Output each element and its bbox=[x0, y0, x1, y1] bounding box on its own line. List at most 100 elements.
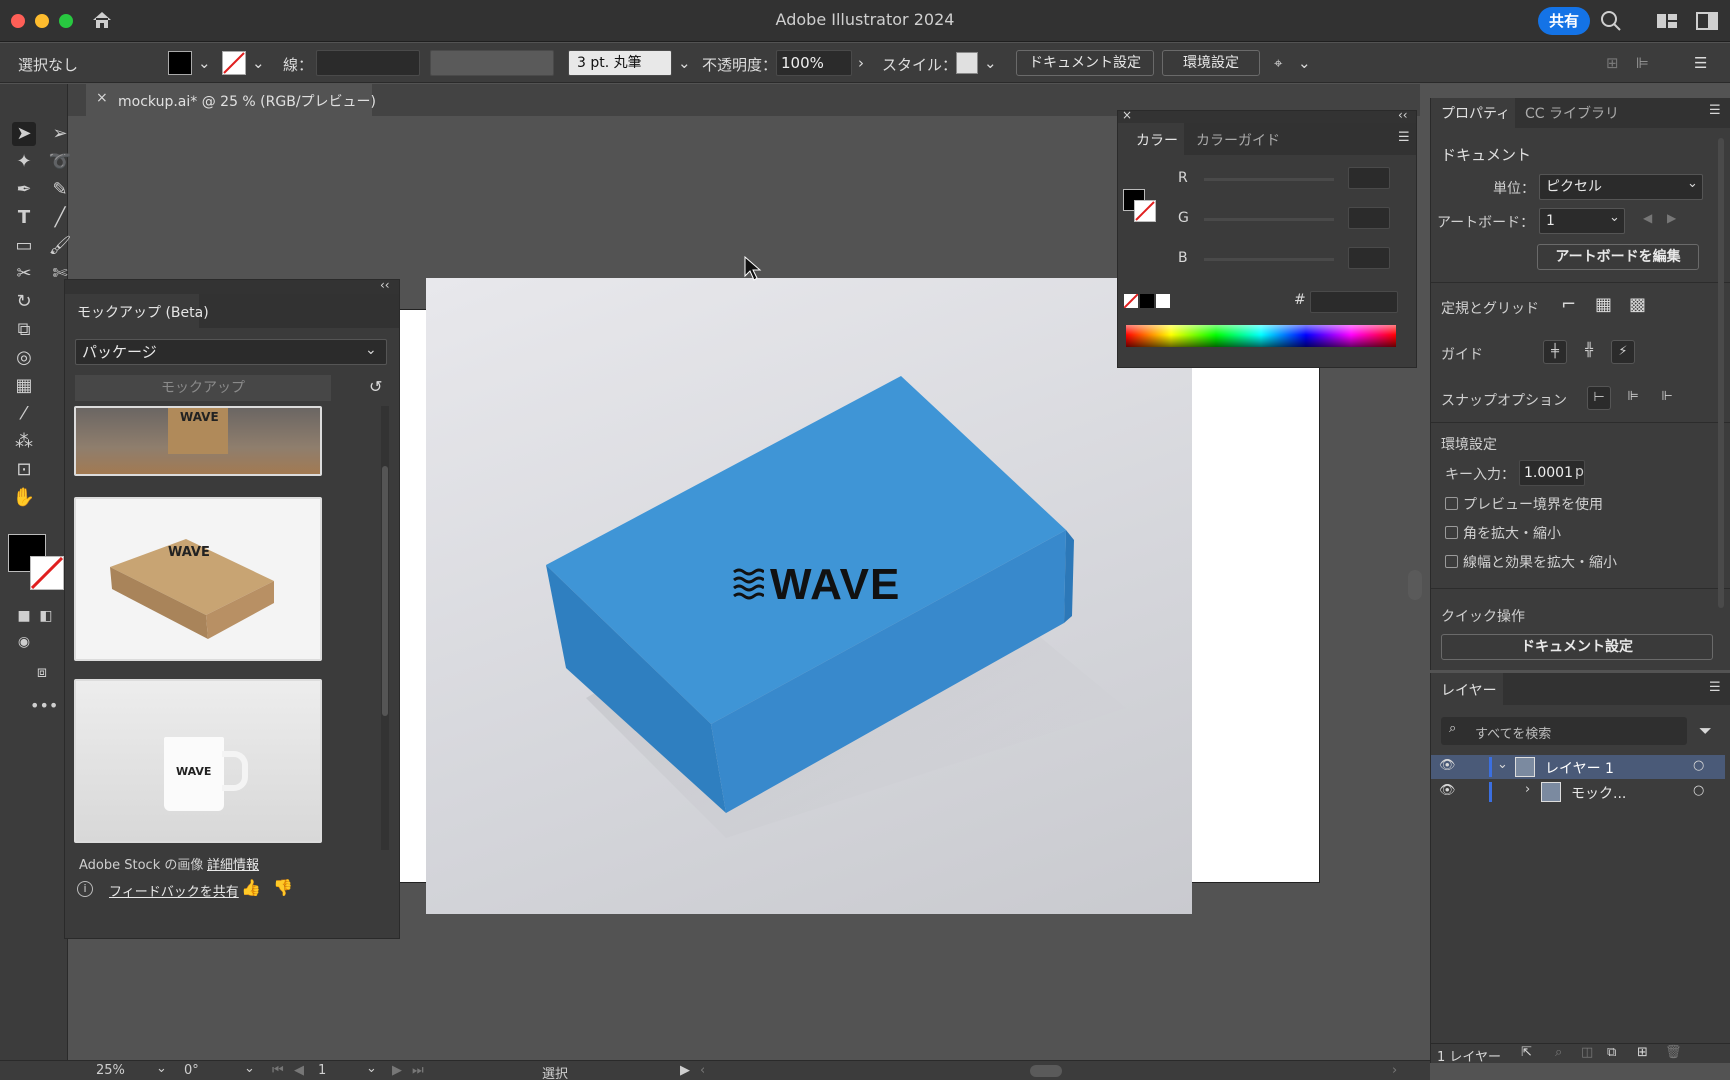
document-setup-button[interactable]: ドキュメント設定 bbox=[1016, 50, 1154, 76]
none-swatch[interactable] bbox=[1123, 293, 1139, 309]
scroll-right-icon[interactable]: › bbox=[1392, 1063, 1397, 1078]
b-slider[interactable] bbox=[1204, 258, 1334, 261]
fill-swatch[interactable] bbox=[168, 51, 192, 75]
panel-menu-icon[interactable]: ☰ bbox=[1398, 130, 1410, 145]
cc-libraries-tab[interactable]: CC ライブラリ bbox=[1525, 103, 1619, 123]
rectangle-tool-icon[interactable]: ▭ bbox=[12, 234, 36, 258]
shape-builder-tool-icon[interactable]: ◎ bbox=[12, 346, 36, 370]
gradient-mode-icon[interactable]: ◧ bbox=[34, 604, 58, 628]
chevron-right-icon[interactable]: › bbox=[1525, 782, 1530, 797]
draw-mode-icon[interactable]: ◉ bbox=[12, 630, 36, 654]
screen-mode-icon[interactable]: ⧈ bbox=[30, 660, 54, 684]
locate-object-icon[interactable]: ⌕ bbox=[1555, 1045, 1562, 1060]
previous-artboard-icon[interactable]: ◀ bbox=[294, 1063, 304, 1078]
stroke-color-icon[interactable] bbox=[1134, 200, 1156, 222]
pen-tool-icon[interactable]: ✒ bbox=[12, 178, 36, 202]
smart-guides-icon[interactable]: ⚡ bbox=[1611, 340, 1635, 364]
color-mode-icon[interactable]: ■ bbox=[12, 604, 36, 628]
filter-icon[interactable]: ⏷ bbox=[1699, 721, 1712, 741]
status-menu-icon[interactable]: ▶ bbox=[680, 1063, 690, 1078]
shaper-tool-icon[interactable]: ✂ bbox=[12, 262, 36, 286]
variable-width-field[interactable] bbox=[430, 50, 554, 76]
show-guides-icon[interactable]: ╪ bbox=[1543, 340, 1567, 364]
panel-drag-bar[interactable] bbox=[1118, 111, 1416, 123]
mockup-image[interactable]: WAVE bbox=[426, 278, 1192, 914]
style-swatch[interactable] bbox=[956, 52, 978, 74]
panel-menu-icon[interactable]: ☰ bbox=[1709, 680, 1721, 695]
share-button[interactable]: 共有 bbox=[1538, 7, 1590, 35]
vertical-scrollbar-thumb[interactable] bbox=[1408, 570, 1422, 600]
export-icon[interactable]: ⇱ bbox=[1521, 1045, 1532, 1060]
mockup-thumbnail-mug[interactable]: WAVE bbox=[74, 679, 322, 843]
chevron-down-icon[interactable]: ⌄ bbox=[366, 1061, 377, 1076]
grid-icon[interactable]: ▦ bbox=[1595, 294, 1612, 315]
last-artboard-icon[interactable]: ⏭ bbox=[412, 1063, 424, 1078]
quick-document-setup-button[interactable]: ドキュメント設定 bbox=[1441, 634, 1713, 660]
hex-value-field[interactable] bbox=[1310, 291, 1398, 313]
info-icon[interactable]: i bbox=[77, 881, 93, 897]
trash-icon[interactable]: 🗑 bbox=[1665, 1045, 1682, 1060]
chevron-down-icon[interactable]: ⌄ bbox=[984, 54, 997, 72]
rulers-icon[interactable]: ⌐ bbox=[1561, 294, 1576, 315]
mockup-button[interactable]: モックアップ bbox=[75, 375, 331, 401]
stroke-color-icon[interactable] bbox=[30, 556, 64, 590]
preview-bounds-checkbox[interactable] bbox=[1445, 497, 1458, 510]
symbol-sprayer-tool-icon[interactable]: ⁂ bbox=[12, 430, 36, 454]
black-swatch[interactable] bbox=[1140, 294, 1154, 308]
horizontal-scrollbar-thumb[interactable] bbox=[1030, 1065, 1062, 1077]
artboard-number[interactable]: 1 bbox=[318, 1063, 326, 1078]
arrange-icon[interactable] bbox=[1696, 12, 1718, 30]
units-dropdown[interactable]: ピクセル bbox=[1539, 174, 1703, 200]
mockup-category-dropdown[interactable]: パッケージ bbox=[75, 339, 387, 365]
new-layer-icon[interactable]: ⊞ bbox=[1637, 1045, 1648, 1060]
feedback-link[interactable]: フィードバックを共有 bbox=[109, 881, 239, 900]
layer-name[interactable]: レイヤー 1 bbox=[1545, 758, 1614, 778]
opacity-field[interactable]: 100% bbox=[776, 50, 852, 76]
type-tool-icon[interactable]: T bbox=[12, 206, 36, 230]
zoom-level[interactable]: 25% bbox=[96, 1063, 125, 1078]
selection-tool-icon[interactable]: ➤ bbox=[12, 122, 36, 146]
chevron-down-icon[interactable]: ⌄ bbox=[1609, 210, 1620, 225]
scale-corners-checkbox[interactable] bbox=[1445, 526, 1458, 539]
visibility-eye-icon[interactable]: 👁 bbox=[1439, 783, 1456, 798]
target-icon[interactable]: ○ bbox=[1693, 758, 1704, 773]
artboard-tool-icon[interactable]: ⊡ bbox=[12, 458, 36, 482]
chevron-down-icon[interactable]: ⌄ bbox=[1497, 757, 1508, 772]
snap-to-glyph-icon[interactable]: ⊩ bbox=[1655, 386, 1679, 410]
layers-search-input[interactable]: ⌕ すべてを検索 bbox=[1441, 717, 1687, 745]
color-spectrum[interactable] bbox=[1126, 325, 1396, 347]
workspace-icon[interactable] bbox=[1656, 12, 1678, 30]
paintbrush-tool-icon[interactable]: 🖌 bbox=[48, 234, 72, 258]
g-slider[interactable] bbox=[1204, 218, 1334, 221]
chevron-down-icon[interactable]: ⌄ bbox=[156, 1061, 167, 1076]
search-icon[interactable] bbox=[1600, 10, 1622, 32]
r-slider[interactable] bbox=[1204, 178, 1334, 181]
width-tool-icon[interactable]: ⧉ bbox=[12, 318, 36, 342]
more-tools-icon[interactable]: ••• bbox=[30, 694, 58, 718]
lock-guides-icon[interactable]: ╬ bbox=[1577, 340, 1601, 364]
chevron-down-icon[interactable]: ⌄ bbox=[198, 54, 211, 72]
collapse-panel-icon[interactable]: ‹‹ bbox=[380, 278, 390, 292]
mockup-thumbnail-box[interactable]: WAVE bbox=[74, 497, 322, 661]
thumbs-down-icon[interactable]: 👎 bbox=[273, 878, 293, 897]
close-panel-icon[interactable]: × bbox=[1122, 108, 1132, 122]
chevron-down-icon[interactable]: ⌄ bbox=[244, 1061, 255, 1076]
chevron-down-icon[interactable]: ⌄ bbox=[365, 342, 377, 358]
chevron-down-icon[interactable]: ⌄ bbox=[1298, 54, 1311, 72]
g-value-field[interactable] bbox=[1348, 207, 1390, 229]
line-tool-icon[interactable]: ╱ bbox=[48, 206, 72, 230]
lasso-tool-icon[interactable]: ➰ bbox=[48, 150, 72, 174]
panel-drag-bar[interactable] bbox=[65, 280, 399, 294]
magic-wand-tool-icon[interactable]: ✦ bbox=[12, 150, 36, 174]
b-value-field[interactable] bbox=[1348, 247, 1390, 269]
hand-tool-icon[interactable]: ✋ bbox=[12, 486, 36, 510]
next-artboard-icon[interactable]: ▶ bbox=[1667, 211, 1676, 225]
panel-menu-icon[interactable]: ☰ bbox=[1709, 103, 1721, 118]
stroke-weight-field[interactable] bbox=[316, 50, 420, 76]
rotate-tool-icon[interactable]: ↻ bbox=[12, 290, 36, 314]
eyedropper-tool-icon[interactable]: ⁄ bbox=[12, 402, 36, 426]
chevron-down-icon[interactable]: ⌄ bbox=[252, 54, 265, 72]
document-tab[interactable]: × mockup.ai* @ 25 % (RGB/プレビュー) bbox=[86, 84, 376, 116]
new-sublayer-icon[interactable]: ⧉ bbox=[1607, 1045, 1616, 1060]
puppet-warp-icon[interactable]: ⌖ bbox=[1274, 54, 1282, 72]
